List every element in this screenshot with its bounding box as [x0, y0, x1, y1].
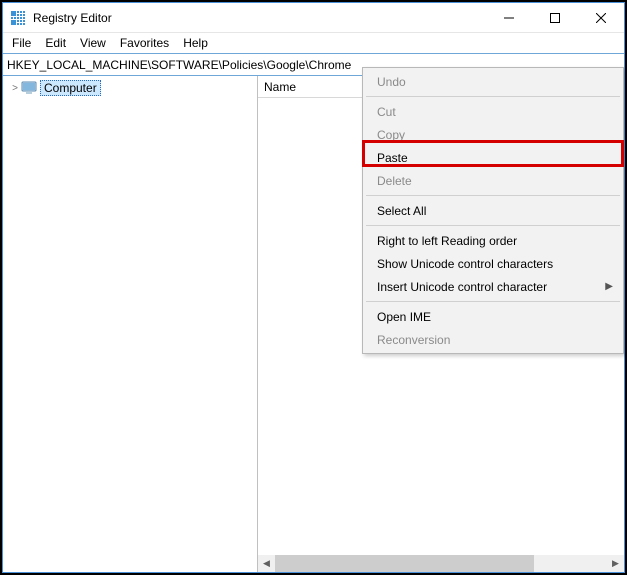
maximize-button[interactable]	[532, 3, 578, 32]
tree-node-label: Computer	[40, 80, 101, 96]
menubar: File Edit View Favorites Help	[3, 33, 624, 53]
app-icon	[10, 10, 26, 26]
cm-separator	[366, 96, 620, 97]
cm-copy: Copy	[365, 123, 621, 146]
cm-copy-label: Copy	[377, 128, 405, 142]
computer-icon	[21, 81, 37, 95]
minimize-button[interactable]	[486, 3, 532, 32]
cm-show-unicode[interactable]: Show Unicode control characters	[365, 252, 621, 275]
cm-paste-label: Paste	[377, 151, 408, 165]
scroll-right-icon[interactable]: ▶	[607, 555, 624, 572]
cm-delete: Delete	[365, 169, 621, 192]
cm-reconversion: Reconversion	[365, 328, 621, 351]
context-menu: Undo Cut Copy Paste Delete Select All Ri…	[362, 67, 624, 354]
tree-node-computer[interactable]: > Computer	[5, 79, 255, 97]
cm-delete-label: Delete	[377, 174, 412, 188]
scroll-thumb[interactable]	[275, 555, 534, 572]
titlebar: Registry Editor	[3, 3, 624, 33]
window-controls	[486, 3, 624, 32]
cm-insert-unicode[interactable]: Insert Unicode control character ▶	[365, 275, 621, 298]
menu-file[interactable]: File	[5, 34, 38, 52]
cm-select-all-label: Select All	[377, 204, 426, 218]
cm-insert-unicode-label: Insert Unicode control character	[377, 280, 547, 294]
cm-separator	[366, 301, 620, 302]
scroll-track[interactable]	[275, 555, 607, 572]
cm-show-unicode-label: Show Unicode control characters	[377, 257, 553, 271]
chevron-right-icon: ▶	[605, 281, 613, 292]
column-name[interactable]: Name	[258, 80, 302, 94]
window-frame: Registry Editor File Edit View Favorites…	[0, 0, 627, 575]
expander-icon[interactable]: >	[9, 83, 21, 94]
tree-pane[interactable]: > Computer	[3, 76, 258, 572]
window-title: Registry Editor	[33, 11, 486, 25]
horizontal-scrollbar[interactable]: ◀ ▶	[258, 555, 624, 572]
cm-reconversion-label: Reconversion	[377, 333, 450, 347]
cm-separator	[366, 225, 620, 226]
cm-open-ime[interactable]: Open IME	[365, 305, 621, 328]
cm-rtl-reading[interactable]: Right to left Reading order	[365, 229, 621, 252]
cm-open-ime-label: Open IME	[377, 310, 431, 324]
cm-rtl-label: Right to left Reading order	[377, 234, 517, 248]
close-button[interactable]	[578, 3, 624, 32]
menu-view[interactable]: View	[73, 34, 113, 52]
menu-help[interactable]: Help	[176, 34, 215, 52]
menu-edit[interactable]: Edit	[38, 34, 73, 52]
cm-paste[interactable]: Paste	[365, 146, 621, 169]
cm-separator	[366, 195, 620, 196]
menu-favorites[interactable]: Favorites	[113, 34, 176, 52]
scroll-left-icon[interactable]: ◀	[258, 555, 275, 572]
cm-cut-label: Cut	[377, 105, 396, 119]
cm-select-all[interactable]: Select All	[365, 199, 621, 222]
cm-undo: Undo	[365, 70, 621, 93]
cm-cut: Cut	[365, 100, 621, 123]
cm-undo-label: Undo	[377, 75, 406, 89]
